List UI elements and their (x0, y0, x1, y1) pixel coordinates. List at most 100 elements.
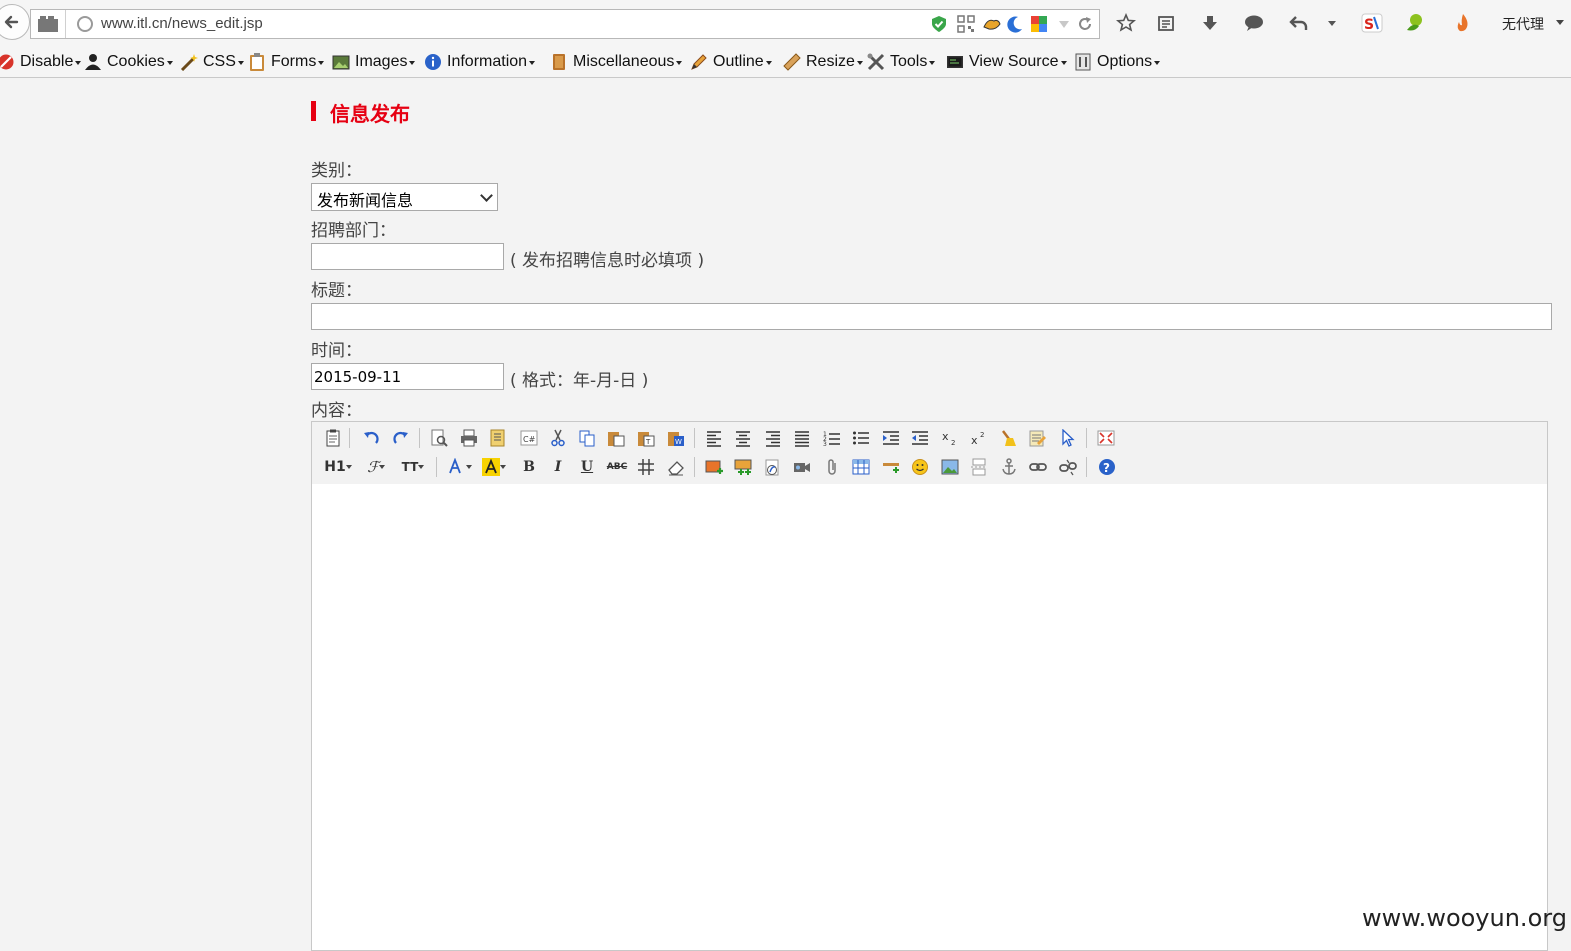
anchor-icon[interactable] (998, 456, 1020, 478)
tab-groups-icon[interactable] (37, 15, 59, 33)
wd-menu-css[interactable]: CSS (180, 53, 244, 71)
wd-menu-view-source[interactable]: View Source (946, 53, 1067, 71)
toolbar-separator (349, 428, 350, 448)
wd-menu-miscellaneous[interactable]: Miscellaneous (550, 53, 683, 71)
format-brush-icon[interactable] (998, 427, 1020, 449)
ordered-list-icon[interactable]: 123 (821, 427, 843, 449)
table-grid-icon[interactable] (635, 456, 657, 478)
tiger-extension-icon[interactable] (983, 15, 1001, 33)
wd-menu-options[interactable]: Options (1074, 53, 1161, 71)
insert-multi-image-icon[interactable] (732, 456, 754, 478)
url-bar[interactable]: www.itl.cn/news_edit.jsp (30, 9, 1100, 39)
insert-table-icon[interactable] (850, 456, 872, 478)
proxy-switch-label[interactable]: 无代理 (1502, 14, 1544, 34)
green-extension-icon[interactable] (1404, 12, 1426, 34)
url-text[interactable]: www.itl.cn/news_edit.jsp (101, 15, 263, 32)
help-icon[interactable]: ? (1096, 456, 1118, 478)
wd-menu-resize[interactable]: Resize (783, 53, 863, 71)
svg-text:?: ? (1103, 461, 1110, 475)
link-icon[interactable] (1027, 456, 1049, 478)
unordered-list-icon[interactable] (850, 427, 872, 449)
undo-dropdown-icon[interactable] (1321, 12, 1343, 34)
chat-icon[interactable] (1243, 12, 1265, 34)
font-family-icon: ℱ (367, 458, 379, 476)
underline-icon[interactable]: U (576, 456, 598, 478)
indent-icon[interactable] (880, 427, 902, 449)
superscript-icon[interactable]: x2 (968, 427, 990, 449)
site-identity-icon[interactable] (77, 16, 93, 32)
preview-icon[interactable] (428, 427, 450, 449)
cut-icon[interactable] (547, 427, 569, 449)
moon-extension-icon[interactable] (1006, 15, 1024, 33)
cursor-select-icon[interactable] (1057, 427, 1079, 449)
background-color-dropdown[interactable] (480, 456, 508, 478)
proxy-dropdown-icon[interactable] (1556, 20, 1564, 25)
template-icon[interactable] (487, 427, 509, 449)
dropdown-arrow-icon[interactable] (1055, 15, 1073, 33)
attachment-icon[interactable] (821, 456, 843, 478)
strikethrough-icon[interactable]: ABC (606, 456, 628, 478)
back-button[interactable] (0, 4, 30, 40)
eraser-icon[interactable] (665, 456, 687, 478)
subscript-icon[interactable]: x2 (939, 427, 961, 449)
undo-close-tab-icon[interactable] (1288, 12, 1310, 34)
wd-menu-information[interactable]: Information (424, 53, 536, 71)
google-extension-icon[interactable] (1030, 15, 1048, 33)
wd-menu-images[interactable]: Images (332, 53, 416, 71)
qr-code-icon[interactable] (957, 15, 975, 33)
paste-plain-icon[interactable]: T (635, 427, 657, 449)
wd-menu-forms[interactable]: Forms (248, 53, 325, 71)
paste-icon[interactable] (605, 427, 627, 449)
category-select[interactable]: 发布新闻信息 (311, 183, 498, 211)
copy-icon[interactable] (576, 427, 598, 449)
bold-icon[interactable]: B (518, 456, 540, 478)
italic-icon[interactable]: I (547, 456, 569, 478)
images-icon (332, 55, 350, 70)
shield-icon[interactable] (930, 15, 948, 33)
toolbar-separator (694, 457, 695, 477)
page-break-icon[interactable] (968, 456, 990, 478)
align-right-icon[interactable] (762, 427, 784, 449)
source-code-icon[interactable] (322, 427, 344, 449)
insert-image-icon[interactable] (703, 456, 725, 478)
download-icon[interactable] (1199, 12, 1221, 34)
outdent-icon[interactable] (909, 427, 931, 449)
horizontal-rule-icon[interactable] (880, 456, 902, 478)
wd-menu-label: Resize (806, 53, 855, 70)
sogou-extension-icon[interactable]: S (1361, 12, 1383, 34)
emoticon-icon[interactable] (909, 456, 931, 478)
undo-icon[interactable] (360, 427, 382, 449)
rich-text-editor: C# T W 123 x2 x2 H1 ℱ TT B I U ABC ? (311, 421, 1548, 951)
wd-menu-outline[interactable]: Outline (690, 53, 772, 71)
image-gallery-icon[interactable] (939, 456, 961, 478)
paste-word-icon[interactable]: W (665, 427, 687, 449)
department-input[interactable] (311, 243, 504, 270)
fullscreen-icon[interactable] (1095, 427, 1117, 449)
redo-icon[interactable] (390, 427, 412, 449)
wd-menu-cookies[interactable]: Cookies (84, 53, 173, 71)
align-center-icon[interactable] (732, 427, 754, 449)
toolbar-separator (1086, 457, 1087, 477)
svg-text:W: W (675, 438, 682, 446)
wd-menu-disable[interactable]: Disable (0, 53, 82, 71)
font-family-dropdown[interactable]: ℱ (362, 456, 390, 478)
align-left-icon[interactable] (703, 427, 725, 449)
font-color-dropdown[interactable] (446, 456, 474, 478)
print-icon[interactable] (458, 427, 480, 449)
reload-icon[interactable] (1076, 15, 1094, 33)
bookmark-star-icon[interactable] (1115, 12, 1137, 34)
insert-media-icon[interactable] (791, 456, 813, 478)
flame-extension-icon[interactable] (1452, 12, 1474, 34)
select-all-icon[interactable] (1027, 427, 1049, 449)
font-size-dropdown[interactable]: TT (398, 456, 428, 478)
editor-content-area[interactable] (312, 484, 1547, 950)
wd-menu-tools[interactable]: Tools (867, 53, 936, 71)
insert-flash-icon[interactable] (762, 456, 784, 478)
heading-dropdown[interactable]: H1 (322, 456, 354, 478)
time-input[interactable] (311, 363, 504, 390)
headline-input[interactable] (311, 303, 1552, 330)
align-justify-icon[interactable] (791, 427, 813, 449)
insert-code-icon[interactable]: C# (518, 427, 540, 449)
reading-list-icon[interactable] (1155, 12, 1177, 34)
unlink-icon[interactable] (1057, 456, 1079, 478)
